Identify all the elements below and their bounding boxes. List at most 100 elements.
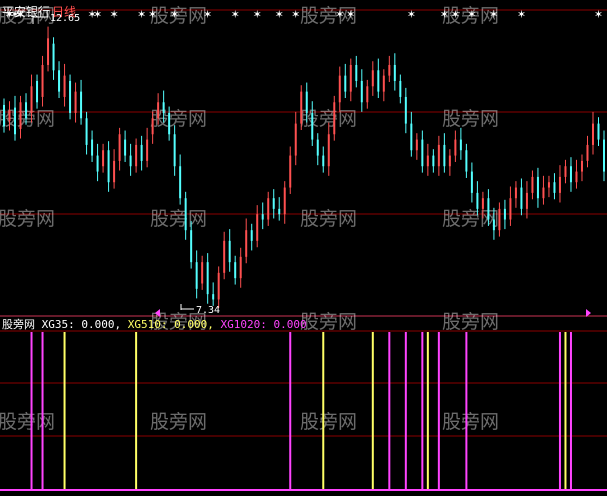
legend-value-xg35: 0.000 (81, 318, 114, 331)
indicator-legend: 股旁网 XG35: 0.000, XG510: 0.000, XG1020: 0… (2, 317, 307, 331)
candlestick (514, 181, 517, 208)
candlestick (201, 255, 204, 290)
candlestick (96, 143, 99, 182)
candlestick (338, 66, 341, 112)
legend-value-xg1020: 0.000 (274, 318, 307, 331)
candlestick (531, 170, 534, 200)
candlestick (300, 85, 303, 130)
candlestick (465, 143, 468, 178)
candlestick (432, 149, 435, 173)
legend-key-xg35: XG35 (42, 318, 69, 331)
top-marker-icon: ✶ (346, 8, 355, 21)
candlestick (69, 74, 72, 120)
candlestick (47, 26, 50, 72)
candlestick (344, 63, 347, 99)
candlestick (58, 61, 61, 99)
top-marker-icon: ✶ (93, 8, 102, 21)
candlestick (470, 162, 473, 203)
candlestick (223, 231, 226, 280)
candlestick (146, 127, 149, 168)
candlestick (118, 127, 121, 171)
candlestick (283, 181, 286, 224)
candlestick (217, 266, 220, 308)
candlestick (107, 141, 110, 192)
candlestick (256, 205, 259, 248)
watermark-text: 股旁网 (150, 411, 207, 433)
candlestick (316, 133, 319, 166)
candlestick (19, 95, 22, 139)
candlestick (553, 173, 556, 200)
indicator-name: 股旁网 (2, 317, 35, 331)
candlestick (245, 218, 248, 264)
watermark-text: 股旁网 (442, 311, 499, 333)
candlestick (360, 69, 363, 112)
candlestick (129, 143, 132, 176)
candlestick (80, 79, 83, 125)
candlestick (388, 55, 391, 83)
candlestick (575, 159, 578, 189)
low-price-label: 7.34 (196, 305, 220, 316)
top-marker-icon: ✶ (275, 8, 284, 21)
candlestick (426, 143, 429, 176)
top-marker-icon: ✶ (335, 8, 344, 21)
candlestick (113, 149, 116, 189)
candlestick (184, 191, 187, 240)
candlestick (415, 133, 418, 160)
candlestick (580, 154, 583, 182)
candlestick (349, 58, 352, 102)
top-marker-icon: ✶ (170, 8, 179, 21)
candlestick (603, 130, 605, 182)
candlestick (443, 133, 446, 173)
candlestick (586, 135, 589, 168)
candlestick (454, 130, 457, 162)
top-marker-icon: ✶ (148, 8, 157, 21)
candlestick (520, 178, 523, 216)
candlestick (591, 111, 594, 155)
top-marker-icon: ✶ (594, 8, 603, 21)
main-panel-grid (0, 9, 607, 317)
candlestick (267, 191, 270, 226)
candlestick (525, 181, 528, 219)
candlestick (239, 247, 242, 288)
stock-chart: 股旁网 股旁网 股旁网 股旁网股旁网 股旁网 股旁网 股旁网股旁网 股旁网 股旁网 股旁网股旁网股… (0, 4, 607, 491)
watermark-text: 股旁网 (442, 108, 499, 130)
watermark-text: 股旁网 (300, 208, 357, 230)
top-marker-icon: ✶ (231, 8, 240, 21)
candlestick (206, 253, 209, 304)
top-marker-icon: ✶ (407, 8, 416, 21)
candlestick (371, 61, 374, 96)
candlestick (558, 165, 561, 203)
top-marker-icon: ✶ (203, 8, 212, 21)
watermark-text: 股旁网 (150, 208, 207, 230)
candlestick (36, 74, 39, 109)
candlestick (542, 175, 545, 205)
candlestick (377, 58, 380, 99)
candlestick (228, 229, 231, 272)
candlestick (140, 135, 143, 171)
candlestick (14, 95, 17, 141)
top-marker-icon: ✶ (517, 8, 526, 21)
candlestick (366, 79, 369, 109)
candlestick (421, 130, 424, 173)
candlestick (250, 223, 253, 251)
candlestick (91, 130, 94, 162)
candlestick (52, 37, 55, 80)
watermark-text: 股旁网 (0, 108, 55, 130)
candlestick (63, 63, 66, 107)
candlestick-series (3, 26, 605, 308)
candlestick (547, 175, 550, 198)
legend-key-xg1020: XG1020 (221, 318, 261, 331)
high-price-label: 12.65 (50, 13, 80, 24)
candlestick (179, 154, 182, 205)
watermark-text: 股旁网 (300, 311, 357, 333)
candlestick (410, 111, 413, 157)
candlestick (437, 135, 440, 176)
candlestick (261, 202, 264, 230)
candlestick (212, 282, 215, 306)
candlestick (124, 130, 127, 162)
watermark-text: 股旁网 (0, 411, 55, 433)
candlestick (74, 82, 77, 123)
candlestick (173, 125, 176, 176)
watermark-layer: 股旁网 股旁网 股旁网 股旁网股旁网 股旁网 股旁网 股旁网股旁网 股旁网 股旁网 股旁网股旁网股… (0, 5, 499, 433)
candlestick (536, 167, 539, 208)
